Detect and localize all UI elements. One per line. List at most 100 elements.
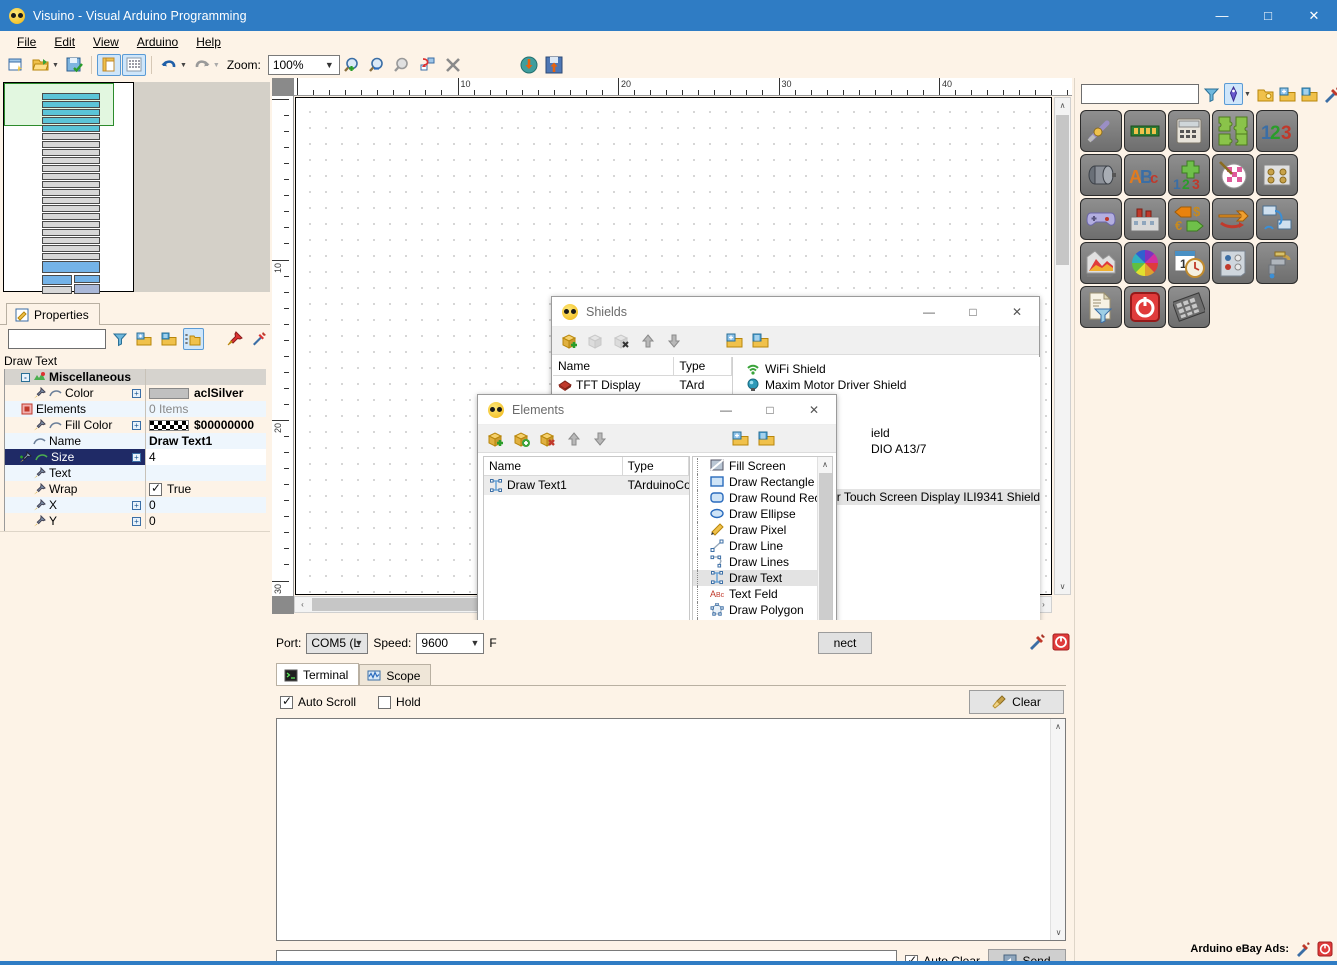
property-pin-icon[interactable]	[19, 451, 32, 463]
palette-tile-number[interactable]: 123	[1256, 110, 1298, 152]
palette-tile-network[interactable]	[1256, 198, 1298, 240]
property-value-text[interactable]	[145, 465, 266, 481]
expand-tree-icon[interactable]	[723, 330, 745, 352]
palette-tree-item-fill-screen[interactable]: Fill Screen	[693, 458, 817, 474]
elements-close-button[interactable]: ✕	[792, 395, 836, 424]
wrap-checkbox[interactable]	[149, 483, 162, 496]
open-folder-icon[interactable]	[1256, 83, 1275, 105]
copy-shield-icon[interactable]	[585, 330, 607, 352]
collapse-all-icon[interactable]	[1300, 83, 1319, 105]
expand-icon[interactable]: +	[132, 501, 141, 510]
palette-tile-power[interactable]	[1124, 286, 1166, 328]
undo-dropdown-arrow-icon[interactable]: ▼	[180, 62, 187, 69]
redo-icon[interactable]	[190, 54, 214, 76]
property-pin-icon[interactable]	[33, 419, 46, 431]
collapse-toggle-icon[interactable]: -	[21, 373, 30, 382]
delete-shield-icon[interactable]	[611, 330, 633, 352]
palette-tree-item-draw-pixel[interactable]: Draw Pixel	[693, 522, 817, 538]
palette-tile-game[interactable]	[1080, 198, 1122, 240]
tree-item-wifi-shield[interactable]: WiFi Shield	[734, 361, 1040, 377]
diagram-preview-pane[interactable]	[3, 82, 134, 292]
zoom-reset-icon[interactable]	[391, 54, 415, 76]
property-value-elements[interactable]: 0 Items	[145, 401, 266, 417]
elements-col-type[interactable]: Type	[623, 457, 689, 476]
tree-item-maxim-motor-driver-shield[interactable]: Maxim Motor Driver Shield	[734, 377, 1040, 393]
arrange-icon[interactable]	[416, 54, 440, 76]
scroll-up-arrow-icon[interactable]: ∧	[1055, 98, 1070, 113]
auto-scroll-checkbox[interactable]: Auto Scroll	[280, 695, 356, 709]
tab-terminal[interactable]: Terminal	[276, 663, 359, 686]
property-row-name[interactable]: Name Draw Text1	[5, 433, 266, 449]
collapse-all-icon[interactable]	[158, 328, 180, 350]
palette-tree-item-draw-line[interactable]: Draw Line	[693, 538, 817, 554]
menu-help[interactable]: Help	[187, 33, 230, 51]
palette-search-input[interactable]	[1081, 84, 1199, 104]
move-up-icon[interactable]	[637, 330, 659, 352]
menu-arduino[interactable]: Arduino	[128, 33, 187, 51]
palette-tile-random[interactable]	[1212, 154, 1254, 196]
palette-tree-item-text-feld[interactable]: ABcText Feld	[693, 586, 817, 602]
tab-properties[interactable]: Properties	[6, 303, 100, 325]
settings-icon[interactable]	[1322, 83, 1337, 105]
move-down-icon[interactable]	[589, 428, 611, 450]
property-row-color[interactable]: Color + aclSilver	[5, 385, 266, 401]
palette-tile-color-wheel[interactable]	[1124, 242, 1166, 284]
scroll-down-arrow-icon[interactable]: ∨	[1051, 925, 1066, 940]
property-row-wrap[interactable]: Wrap True	[5, 481, 266, 497]
menu-file[interactable]: File	[8, 33, 45, 51]
scroll-left-arrow-icon[interactable]: ‹	[295, 597, 310, 612]
new-project-icon[interactable]	[4, 54, 28, 76]
palette-tile-water[interactable]	[1256, 242, 1298, 284]
palette-tile-motor[interactable]	[1080, 154, 1122, 196]
upload-icon[interactable]	[542, 54, 566, 76]
menu-view[interactable]: View	[84, 33, 128, 51]
table-row[interactable]: Draw Text1 TArduinoColo	[484, 476, 689, 495]
property-row-x[interactable]: X + 0	[5, 497, 266, 513]
pin-icon[interactable]	[224, 328, 246, 350]
tab-scope[interactable]: Scope	[359, 664, 431, 686]
property-pin-icon[interactable]	[33, 499, 46, 511]
zoom-in-icon[interactable]	[341, 54, 365, 76]
expand-all-icon[interactable]	[134, 328, 156, 350]
property-row-size[interactable]: Size + 4	[5, 449, 266, 465]
serial-settings-icon[interactable]	[1028, 633, 1046, 651]
open-project-icon[interactable]	[29, 54, 53, 76]
property-value-size[interactable]: 4	[145, 449, 266, 465]
expand-icon[interactable]: +	[132, 421, 141, 430]
port-select[interactable]: COM5 (L ▼	[306, 633, 368, 654]
maximize-button[interactable]: □	[1245, 0, 1291, 31]
ads-settings-icon[interactable]	[1295, 941, 1311, 957]
terminal-vscrollbar[interactable]: ∧ ∨	[1050, 719, 1065, 940]
palette-tree-item-draw-polygon[interactable]: Draw Polygon	[693, 602, 817, 618]
palette-tile-keypad[interactable]	[1168, 286, 1210, 328]
palette-tile-filter-file[interactable]	[1080, 286, 1122, 328]
property-value-name[interactable]: Draw Text1	[145, 433, 266, 449]
palette-tree-item-draw-ellipse[interactable]: Draw Ellipse	[693, 506, 817, 522]
shields-maximize-button[interactable]: □	[951, 297, 995, 326]
palette-tile-math[interactable]	[1168, 110, 1210, 152]
zoom-out-icon[interactable]	[366, 54, 390, 76]
property-value-x[interactable]: 0	[145, 497, 266, 513]
scroll-down-arrow-icon[interactable]: ∨	[1055, 579, 1070, 594]
zoom-select[interactable]: 100% ▼	[268, 55, 340, 75]
collapse-tree-icon[interactable]	[755, 428, 777, 450]
terminal-output[interactable]: ∧ ∨	[276, 718, 1066, 941]
clear-button[interactable]: Clear	[969, 690, 1064, 714]
add-element-icon[interactable]	[485, 428, 507, 450]
add-element-green-icon[interactable]	[511, 428, 533, 450]
hold-checkbox[interactable]: Hold	[378, 695, 421, 709]
palette-tile-analog[interactable]	[1080, 110, 1122, 152]
elements-maximize-button[interactable]: □	[748, 395, 792, 424]
property-value-y[interactable]: 0	[145, 513, 266, 529]
shields-col-name[interactable]: Name	[553, 357, 674, 376]
property-category-row[interactable]: - Miscellaneous	[5, 369, 266, 385]
scroll-up-arrow-icon[interactable]: ∧	[1051, 719, 1065, 734]
shields-minimize-button[interactable]: —	[907, 297, 951, 326]
save-project-icon[interactable]	[62, 54, 86, 76]
palette-tile-memory[interactable]	[1124, 110, 1166, 152]
shields-col-type[interactable]: Type	[674, 357, 732, 376]
expand-all-icon[interactable]	[1278, 83, 1297, 105]
palette-tile-logic[interactable]	[1212, 110, 1254, 152]
collapse-tree-icon[interactable]	[749, 330, 771, 352]
show-rulers-icon[interactable]	[97, 54, 121, 76]
